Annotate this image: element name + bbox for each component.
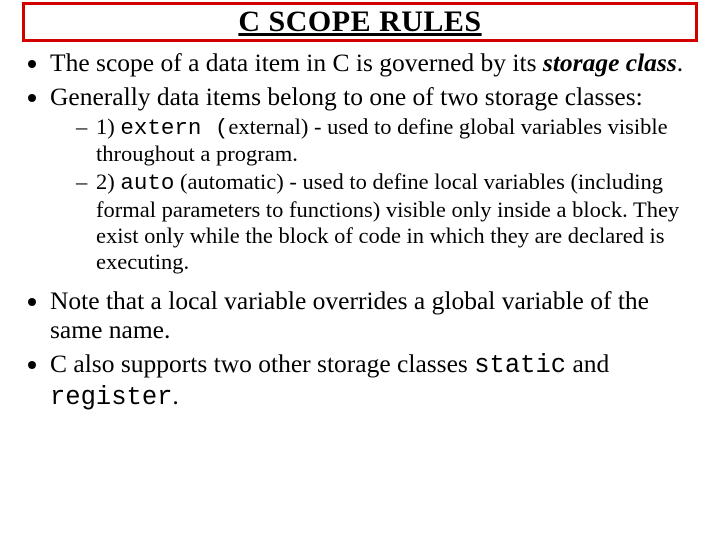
s2-post: (automatic) - used to define local varia… (96, 169, 679, 274)
b2-text: Generally data items belong to one of tw… (50, 82, 643, 111)
s2-pre: 2) (96, 169, 120, 194)
sub-list: 1) extern (external) - used to define gl… (50, 114, 698, 276)
s2-code: auto (120, 170, 174, 196)
b4-pre: C also supports two other storage classe… (50, 349, 474, 378)
sub-item-2: 2) auto (automatic) - used to define loc… (76, 169, 698, 275)
bullet-list: The scope of a data item in C is governe… (22, 48, 698, 413)
b4-code2: register (50, 383, 172, 412)
bullet-item-4: C also supports two other storage classe… (50, 349, 698, 413)
b3-text: Note that a local variable overrides a g… (50, 286, 649, 345)
b1-emph: storage class (543, 48, 677, 77)
bullet-item-2: Generally data items belong to one of tw… (50, 82, 698, 276)
b4-post: . (172, 381, 178, 410)
s1-code: extern ( (120, 115, 228, 141)
b1-text-post: . (677, 48, 683, 77)
bullet-item-3: Note that a local variable overrides a g… (50, 286, 698, 346)
b4-mid: and (566, 349, 609, 378)
s1-pre: 1) (96, 114, 120, 139)
b1-text-pre: The scope of a data item in C is governe… (50, 48, 543, 77)
sub-item-1: 1) extern (external) - used to define gl… (76, 114, 698, 168)
bullet-item-1: The scope of a data item in C is governe… (50, 48, 698, 78)
b4-code1: static (474, 351, 566, 380)
title-box: C SCOPE RULES (22, 2, 698, 42)
slide-title: C SCOPE RULES (238, 5, 481, 38)
slide: C SCOPE RULES The scope of a data item i… (0, 0, 720, 540)
